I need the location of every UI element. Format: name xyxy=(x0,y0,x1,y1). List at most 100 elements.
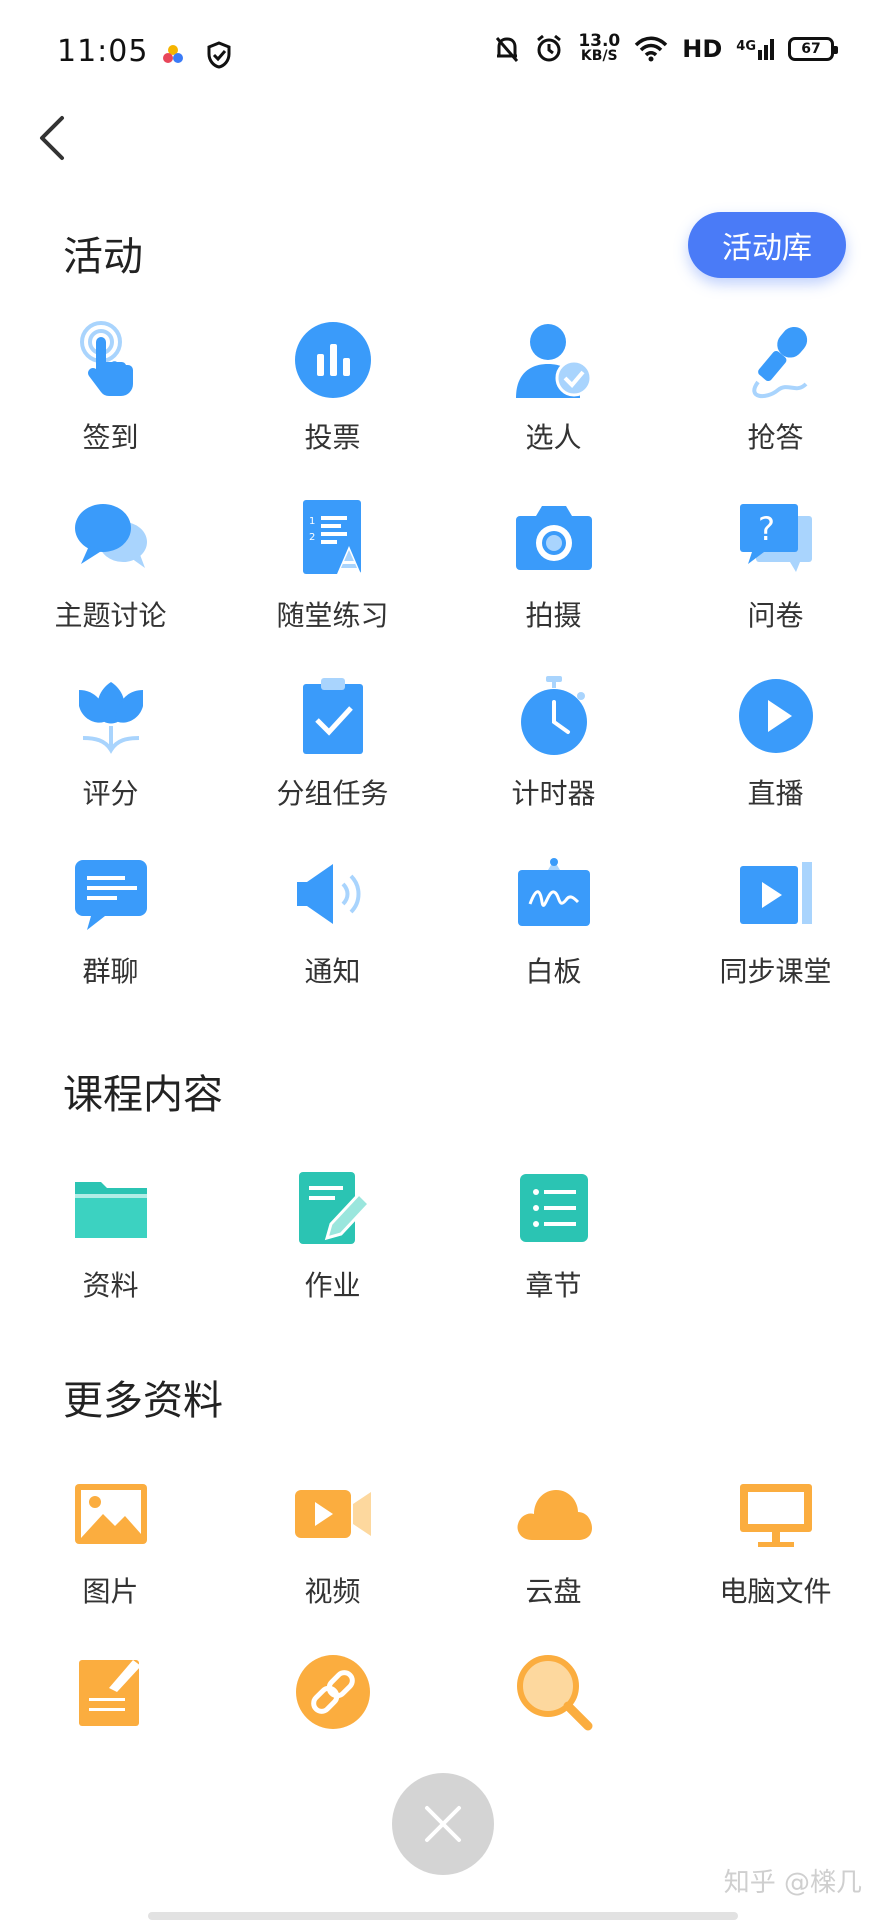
clipboard-check-icon xyxy=(293,676,373,756)
grid-item-exercise-sheet[interactable]: 1 2 随堂练习 xyxy=(222,498,443,634)
status-time: 11:05 xyxy=(57,34,149,69)
image-icon xyxy=(71,1474,151,1554)
grid-item-chat-bubbles[interactable]: 主题讨论 xyxy=(0,498,221,634)
svg-text:2: 2 xyxy=(309,532,315,543)
grid-item-label: 作业 xyxy=(304,1269,361,1302)
grid-item-question-card[interactable]: ? 问卷 xyxy=(665,498,886,634)
grid-item-search[interactable]: 找资料 xyxy=(443,1652,664,1750)
activity-library-button[interactable]: 活动库 xyxy=(688,212,846,278)
grid-item-cloud[interactable]: 云盘 xyxy=(443,1474,664,1610)
svg-text:1: 1 xyxy=(309,516,315,527)
grid-item-speaker[interactable]: 通知 xyxy=(222,854,443,990)
grid-item-label: 同步课堂 xyxy=(719,955,832,988)
grid-item-folder[interactable]: 资料 xyxy=(0,1168,221,1304)
grid-item-label: 问卷 xyxy=(747,599,804,632)
grid-item-label: 签到 xyxy=(82,421,139,454)
grid-item-label: 视频 xyxy=(304,1575,361,1608)
grid-item-whiteboard[interactable]: 白板 xyxy=(443,854,664,990)
svg-text:?: ? xyxy=(758,510,775,548)
stopwatch-icon xyxy=(514,676,594,756)
grid-item-camera[interactable]: 拍摄 xyxy=(443,498,664,634)
grid-item-label: 群聊 xyxy=(82,955,139,988)
note-icon xyxy=(71,1652,151,1732)
close-button[interactable] xyxy=(392,1773,494,1875)
grid-item-label: 主题讨论 xyxy=(54,599,167,632)
grid-item-image[interactable]: 图片 xyxy=(0,1474,221,1610)
video-icon xyxy=(293,1474,373,1554)
grid-item-label: 找资料 xyxy=(511,1748,595,1750)
grid-item-note[interactable]: 笔记 xyxy=(0,1652,221,1750)
chat-bubbles-icon xyxy=(71,498,151,578)
grid-item-clipboard-check[interactable]: 分组任务 xyxy=(222,676,443,812)
grid-item-label: 章节 xyxy=(525,1269,582,1302)
tap-hand-icon xyxy=(71,320,151,400)
person-check-icon xyxy=(514,320,594,400)
grid-item-label: 随堂练习 xyxy=(276,599,389,632)
grid-item-microphone[interactable]: 抢答 xyxy=(665,320,886,456)
search-icon xyxy=(514,1652,594,1732)
section-title-more-resources: 更多资料 xyxy=(63,1378,223,1424)
status-bar: 11:05 13.0 KB/S HD 4G 67 xyxy=(0,0,886,110)
grid-item-person-check[interactable]: 选人 xyxy=(443,320,664,456)
grid-item-sync-class[interactable]: 同步课堂 xyxy=(665,854,886,990)
home-indicator[interactable] xyxy=(148,1912,738,1920)
question-card-icon: ? xyxy=(736,498,816,578)
grid-item-label: 资料 xyxy=(82,1269,139,1302)
grid-item-label: 云盘 xyxy=(525,1575,582,1608)
grid-item-link[interactable]: 网页链接 xyxy=(222,1652,443,1750)
alarm-icon xyxy=(537,34,562,62)
grid-item-label: 计时器 xyxy=(511,777,596,810)
back-button[interactable] xyxy=(30,110,80,166)
grid-item-video[interactable]: 视频 xyxy=(222,1474,443,1610)
grid-item-label: 电脑文件 xyxy=(719,1575,832,1608)
folder-icon xyxy=(71,1168,151,1248)
bar-chart-icon xyxy=(293,320,373,400)
grid-item-label: 笔记 xyxy=(82,1748,138,1750)
monitor-icon xyxy=(736,1474,816,1554)
speaker-icon xyxy=(293,854,373,934)
network-speed: 13.0 KB/S xyxy=(578,31,621,64)
camera-icon xyxy=(514,498,594,578)
close-icon xyxy=(425,1806,461,1842)
grid-item-label: 抢答 xyxy=(747,421,804,454)
flower-icon xyxy=(71,676,151,756)
grid-item-flower[interactable]: 评分 xyxy=(0,676,221,812)
grid-item-group-chat[interactable]: 群聊 xyxy=(0,854,221,990)
grid-item-label: 网页链接 xyxy=(276,1748,388,1750)
play-circle-icon xyxy=(736,676,816,756)
grid-item-play-circle[interactable]: 直播 xyxy=(665,676,886,812)
grid-item-label: 投票 xyxy=(304,421,361,454)
more-resources-scroll-area[interactable]: 图片 视频 云盘 电脑文件笔记 网页链接 找资料 xyxy=(0,1420,886,1750)
microphone-icon xyxy=(736,320,816,400)
hd-label: HD xyxy=(682,35,723,63)
sync-class-icon xyxy=(736,854,816,934)
grid-item-label: 通知 xyxy=(304,955,361,988)
section-title-activities: 活动 xyxy=(63,234,143,280)
grid-item-label: 评分 xyxy=(82,777,139,810)
group-chat-icon xyxy=(71,854,151,934)
chapter-list-icon xyxy=(514,1168,594,1248)
grid-item-bar-chart[interactable]: 投票 xyxy=(222,320,443,456)
cloud-icon xyxy=(514,1474,594,1554)
grid-item-monitor[interactable]: 电脑文件 xyxy=(665,1474,886,1610)
bell-muted-icon xyxy=(496,37,519,62)
grid-item-chapter-list[interactable]: 章节 xyxy=(443,1168,664,1304)
grid-item-label: 分组任务 xyxy=(276,777,389,810)
app-notification-icon xyxy=(163,45,183,63)
grid-item-stopwatch[interactable]: 计时器 xyxy=(443,676,664,812)
grid-item-label: 直播 xyxy=(747,777,804,810)
exercise-sheet-icon: 12 xyxy=(293,498,373,578)
section-title-course-content: 课程内容 xyxy=(63,1072,223,1118)
grid-item-homework-edit[interactable]: 作业 xyxy=(222,1168,443,1304)
grid-item-label: 选人 xyxy=(525,421,582,454)
link-icon xyxy=(293,1652,373,1732)
shield-icon xyxy=(207,41,231,69)
wifi-icon xyxy=(635,36,668,62)
grid-item-tap-hand[interactable]: 签到 xyxy=(0,320,221,456)
battery-indicator: 67 xyxy=(788,37,838,61)
cell-signal-icon: 4G xyxy=(736,38,774,60)
homework-edit-icon xyxy=(293,1168,373,1248)
grid-item-label: 白板 xyxy=(525,955,582,988)
chevron-left-icon xyxy=(40,116,64,160)
whiteboard-icon xyxy=(514,854,594,934)
